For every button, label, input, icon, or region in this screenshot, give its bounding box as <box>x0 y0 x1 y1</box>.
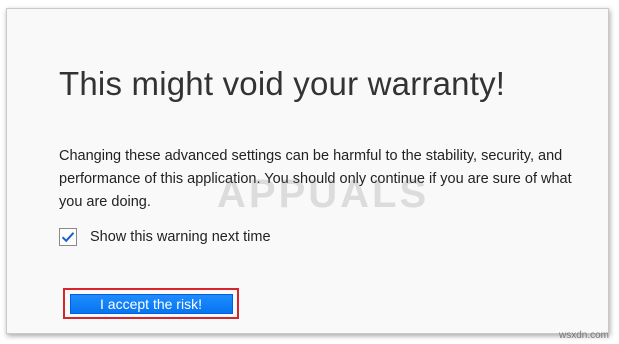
show-warning-checkbox-row[interactable]: Show this warning next time <box>59 226 271 248</box>
show-warning-checkbox[interactable] <box>59 228 77 246</box>
accept-risk-button[interactable]: I accept the risk! <box>69 293 233 314</box>
watermark-text: wsxdn.com <box>558 330 609 341</box>
warning-message: Changing these advanced settings can be … <box>59 148 572 210</box>
show-warning-checkbox-label[interactable]: Show this warning next time <box>90 229 271 245</box>
accept-button-highlight: I accept the risk! <box>63 288 239 319</box>
warning-page: This might void your warranty! Changing … <box>6 8 609 334</box>
page-title: This might void your warranty! <box>59 65 506 102</box>
checkmark-icon <box>61 232 75 243</box>
